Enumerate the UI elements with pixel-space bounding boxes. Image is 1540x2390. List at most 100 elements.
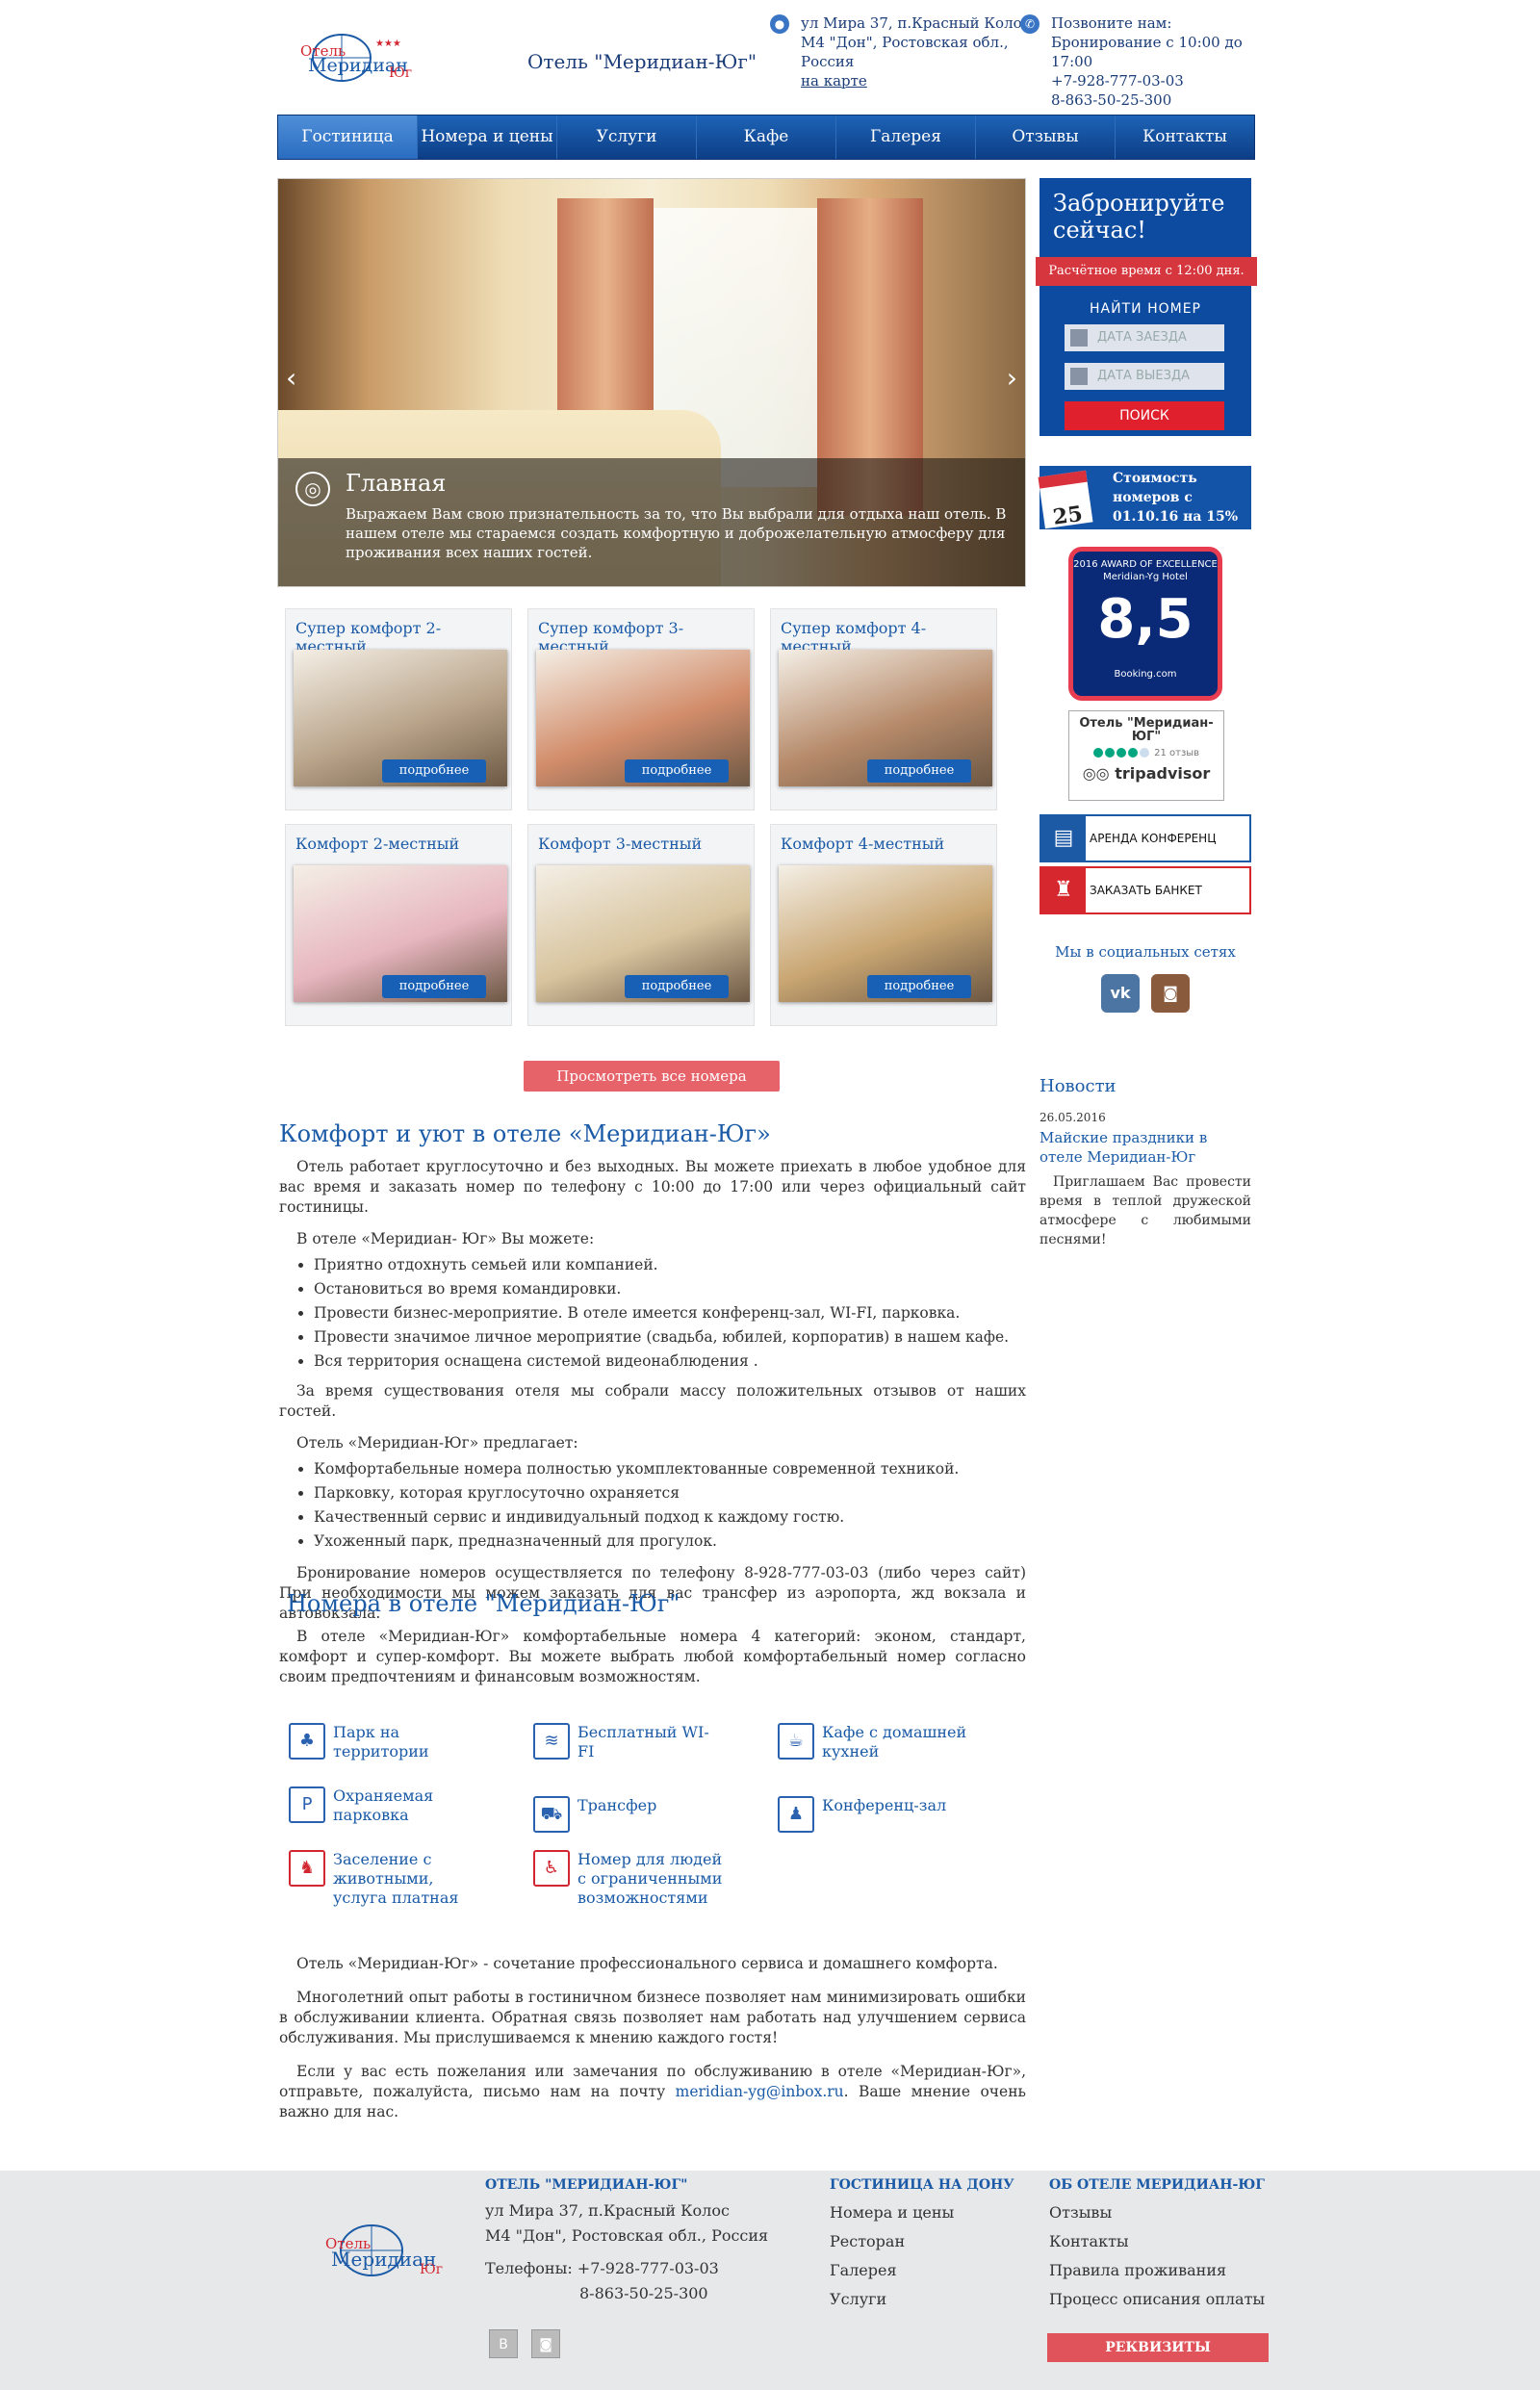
award-hotel: Meridian-Yg Hotel — [1103, 572, 1188, 582]
slide-text: Выражаем Вам свою признательность за то,… — [346, 505, 1007, 561]
footer-logo[interactable]: Отель Меридиан Юг — [323, 2216, 449, 2283]
booking-rating: 8,5 — [1097, 588, 1194, 651]
room-title[interactable]: Комфорт 2-местный — [286, 825, 511, 863]
room-title[interactable]: Комфорт 4-местный — [771, 825, 996, 863]
news-date: 26.05.2016 — [1040, 1111, 1106, 1124]
price-promo[interactable]: 25 Стоимость номеров с 01.10.16 на 15% д… — [1038, 466, 1251, 544]
room-card[interactable]: Супер комфорт 3-местный подробнее — [527, 608, 755, 810]
svg-text:Юг: Юг — [420, 2262, 443, 2277]
checkout-time-ribbon: Расчётное время с 12:00 дня. — [1036, 257, 1257, 286]
news-title[interactable]: Майские праздники в отеле Меридиан-Юг — [1040, 1128, 1251, 1167]
nav-item-services[interactable]: Услуги — [557, 116, 697, 159]
svg-text:Юг: Юг — [389, 65, 412, 81]
map-link[interactable]: на карте — [801, 72, 867, 90]
room-title[interactable]: Супер комфорт 4-местный — [771, 609, 996, 655]
feature-label: Кафе с домашней кухней — [822, 1723, 967, 1760]
section-heading: Комфорт и уют в отеле «Меридиан-Юг» — [279, 1120, 771, 1147]
room-more-button[interactable]: подробнее — [625, 975, 729, 998]
address-line: Россия — [801, 53, 855, 70]
phone-number[interactable]: +7-928-777-03-03 — [1051, 71, 1263, 90]
address-line: М4 "Дон", Ростовская обл., — [801, 34, 1009, 51]
find-room-label: НАЙТИ НОМЕР — [1090, 301, 1201, 317]
nav-item-contacts[interactable]: Контакты — [1116, 116, 1254, 159]
banquet-order-button[interactable]: ♜ ЗАКАЗАТЬ БАНКЕТ — [1040, 866, 1251, 914]
room-card[interactable]: Супер комфорт 4-местный подробнее — [770, 608, 997, 810]
paragraph: Отель работает круглосуточно и без выход… — [279, 1158, 1026, 1216]
room-card[interactable]: Комфорт 4-местный подробнее — [770, 824, 997, 1026]
nav-item-hotel[interactable]: Гостиница — [278, 116, 418, 159]
footer-link[interactable]: Контакты — [1049, 2227, 1265, 2256]
room-title[interactable]: Комфорт 3-местный — [528, 825, 754, 863]
offers-list: Комфортабельные номера полностью укомпле… — [279, 1457, 1026, 1554]
feature-item: ♿ Номер для людей с ограниченными возможн… — [533, 1850, 726, 1908]
footer-address: ул Мира 37, п.Красный Колос М4 "Дон", Ро… — [485, 2198, 768, 2306]
vk-footer-icon[interactable]: B — [489, 2329, 518, 2358]
instagram-icon[interactable]: ◙ — [1151, 974, 1190, 1013]
slider-prev-icon[interactable]: ‹ — [286, 362, 296, 394]
call-label: Позвоните нам: — [1051, 14, 1172, 32]
nav-item-cafe[interactable]: Кафе — [697, 116, 836, 159]
banquet-label: ЗАКАЗАТЬ БАНКЕТ — [1090, 884, 1202, 897]
room-title[interactable]: Супер комфорт 2-местный — [286, 609, 511, 655]
pet-icon: ♞ — [289, 1850, 325, 1887]
tripadvisor-logo: ◎◎ tripadvisor — [1082, 764, 1211, 783]
paragraph: Отель «Меридиан-Юг» предлагает: — [296, 1434, 578, 1452]
list-item: Остановиться во время командировки. — [314, 1277, 1026, 1301]
slide-caption: ◎ Главная Выражаем Вам свою признательно… — [278, 458, 1025, 586]
checkout-date-input[interactable]: ДАТА ВЫЕЗДА — [1065, 363, 1224, 390]
conference-icon: ♟ — [778, 1796, 814, 1833]
room-card[interactable]: Комфорт 3-местный подробнее — [527, 824, 755, 1026]
footer-link[interactable]: Отзывы — [1049, 2198, 1265, 2227]
requisites-button[interactable]: РЕКВИЗИТЫ — [1047, 2333, 1269, 2362]
vk-icon[interactable]: vk — [1101, 974, 1140, 1013]
room-more-button[interactable]: подробнее — [382, 759, 486, 783]
footer-link[interactable]: Правила проживания — [1049, 2256, 1265, 2285]
footer — [0, 2171, 1540, 2390]
footer-link[interactable]: Ресторан — [830, 2227, 954, 2256]
car-icon: ⛟ — [533, 1796, 570, 1833]
feature-item: ♣ Парк на территории — [289, 1723, 481, 1761]
calendar-icon: 25 — [1038, 470, 1093, 530]
closing-text: Отель «Меридиан-Юг» - сочетание професси… — [279, 1954, 1026, 2122]
tree-icon: ♣ — [289, 1723, 325, 1760]
booking-title: Забронируйте сейчас! — [1053, 190, 1225, 244]
list-item: Качественный сервис и индивидуальный под… — [314, 1505, 1026, 1529]
footer-link[interactable]: Галерея — [830, 2256, 954, 2285]
cafe-icon: ☕ — [778, 1723, 814, 1760]
email-link[interactable]: meridian-yg@inbox.ru — [676, 2083, 844, 2100]
room-more-button[interactable]: подробнее — [867, 975, 971, 998]
slider-next-icon[interactable]: › — [1007, 362, 1017, 394]
rooms-text: В отеле «Меридиан-Юг» комфортабельные но… — [279, 1627, 1026, 1687]
nav-item-gallery[interactable]: Галерея — [836, 116, 976, 159]
footer-link[interactable]: Номера и цены — [830, 2198, 954, 2227]
all-rooms-button[interactable]: Просмотреть все номера — [524, 1061, 780, 1092]
phone-number[interactable]: 8-863-50-25-300 — [1051, 90, 1263, 110]
booking-award-badge[interactable]: 2016 AWARD OF EXCELLENCE Meridian-Yg Hot… — [1068, 547, 1222, 701]
footer-link[interactable]: Услуги — [830, 2285, 954, 2314]
paragraph: Многолетний опыт работы в гостиничном би… — [279, 1989, 1026, 2046]
nav-item-reviews[interactable]: Отзывы — [976, 116, 1116, 159]
room-title[interactable]: Супер комфорт 3-местный — [528, 609, 754, 655]
search-button[interactable]: ПОИСК — [1065, 401, 1224, 430]
trip-brand: tripadvisor — [1115, 764, 1211, 783]
room-more-button[interactable]: подробнее — [382, 975, 486, 998]
room-card[interactable]: Супер комфорт 2-местный подробнее — [285, 608, 512, 810]
instagram-footer-icon[interactable]: ◙ — [531, 2329, 560, 2358]
room-card[interactable]: Комфорт 2-местный подробнее — [285, 824, 512, 1026]
trip-hotel-name: Отель "Меридиан-ЮГ" — [1079, 716, 1214, 744]
footer-addr: ул Мира 37, п.Красный Колос — [485, 2201, 730, 2220]
address: ул Мира 37, п.Красный Колос М4 "Дон", Ро… — [801, 13, 1041, 90]
booking-hours: Бронирование с 10:00 до 17:00 — [1051, 34, 1243, 70]
room-more-button[interactable]: подробнее — [867, 759, 971, 783]
checkin-date-input[interactable]: ДАТА ЗАЕЗДА — [1065, 324, 1224, 351]
hotel-logo[interactable]: Отель Меридиан Юг ★★★ — [298, 27, 414, 85]
footer-link[interactable]: Процесс описания оплаты — [1049, 2285, 1265, 2314]
social-title: Мы в социальных сетях — [1055, 943, 1236, 961]
award-label: 2016 AWARD OF EXCELLENCE — [1073, 559, 1218, 570]
booking-widget: Забронируйте сейчас! Расчётное время с 1… — [1036, 178, 1257, 436]
conference-rent-button[interactable]: ▤АРЕНДА КОНФЕРЕНЦ ЗАЛА — [1040, 814, 1251, 889]
tripadvisor-widget[interactable]: Отель "Меридиан-ЮГ" 21 отзыв ◎◎ tripadvi… — [1068, 710, 1224, 801]
nav-item-rooms[interactable]: Номера и цены — [418, 116, 557, 159]
checkout-placeholder: ДАТА ВЫЕЗДА — [1097, 369, 1191, 383]
room-more-button[interactable]: подробнее — [625, 759, 729, 783]
